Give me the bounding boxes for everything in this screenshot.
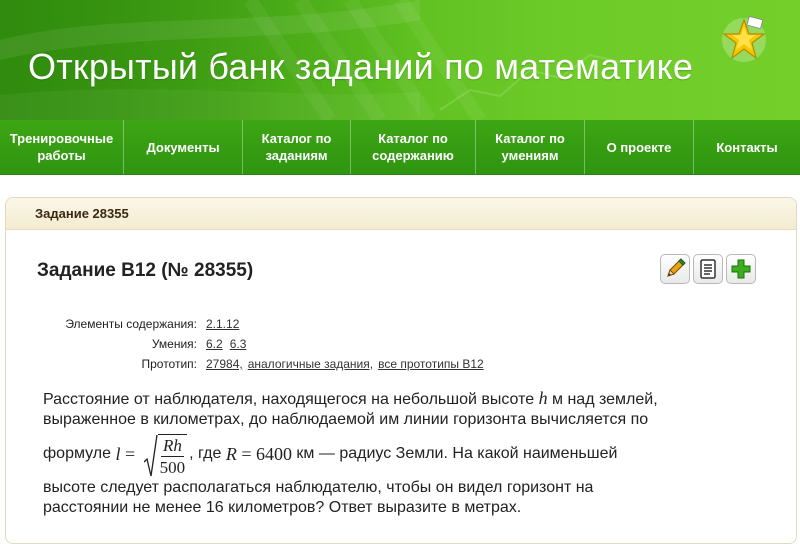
problem-line: выраженное в километрах, до наблюдаемой … [43,411,649,428]
sqrt-expression: Rh 500 [143,434,188,478]
problem-text-part: формуле [43,445,116,462]
breadcrumb-label: Задание 28355 [35,206,129,221]
nav-contacts[interactable]: Контакты [694,120,800,174]
site-title: Открытый банк заданий по математике [28,46,694,87]
problem-text: Расстояние от наблюдателя, находящегося … [43,388,773,518]
nav-catalog-content[interactable]: Каталог по содержанию [351,120,476,174]
star-logo-icon[interactable] [718,14,770,66]
problem-line: расстоянии не менее 16 километров? Ответ… [43,499,522,516]
problem-line: Расстояние от наблюдателя, находящегося … [43,388,773,410]
problem-line: высоте следует располагаться наблюдателю… [43,479,594,496]
problem-text-part: Расстояние от наблюдателя, находящегося … [43,391,539,408]
meta-content-row: Элементы содержания: 2.1.12 [46,314,491,334]
nav-training-works[interactable]: Тренировочные работы [0,120,124,174]
meta-skills-label: Умения: [151,337,197,351]
problem-text-part: км — радиус Земли. На какой наименьшей [291,445,618,462]
page-title: Задание B12 (№ 28355) [37,260,254,281]
problem-text-part: м над землей, [547,391,658,408]
skill-link[interactable]: 6.3 [230,337,247,351]
problem-text-part: , где [189,445,226,462]
task-panel: Задание 28355 Задание B12 (№ 28355) Элем… [5,197,797,544]
similar-tasks-link[interactable]: аналогичные задания, [248,357,373,371]
edit-button[interactable] [660,254,690,284]
math-variable: h [538,388,548,408]
plus-icon [731,259,751,279]
all-prototypes-link[interactable]: все прототипы B12 [378,357,484,371]
task-meta: Элементы содержания: 2.1.12 Умения: 6.2 … [46,314,491,374]
meta-content-label: Элементы содержания: [65,317,197,331]
breadcrumb: Задание 28355 [6,198,796,230]
formula-line: формуле l = Rh 500 , где R = 6400 км — р… [43,430,773,478]
content-link[interactable]: 2.1.12 [206,317,239,331]
math-variable: R [225,444,237,464]
add-button[interactable] [726,254,756,284]
prototype-link[interactable]: 27984, [206,357,243,371]
fraction-denominator: 500 [159,458,186,477]
meta-prototype-label: Прототип: [141,357,197,371]
sqrt-sign-icon [143,434,158,477]
nav-documents[interactable]: Документы [124,120,243,174]
pencil-icon [667,258,686,277]
nav-about[interactable]: О проекте [585,120,694,174]
nav-catalog-skills[interactable]: Каталог по умениям [476,120,585,174]
skill-link[interactable]: 6.2 [206,337,223,351]
nav-catalog-tasks[interactable]: Каталог по заданиям [243,120,351,174]
meta-prototype-row: Прототип: 27984, аналогичные задания, вс… [46,354,491,374]
task-toolbar [660,254,756,284]
document-icon [700,259,716,279]
math-equals: = [120,444,140,464]
meta-skills-row: Умения: 6.2 6.3 [46,334,491,354]
site-header: Открытый банк заданий по математике [0,0,800,120]
document-button[interactable] [693,254,723,284]
main-nav: Тренировочные работы Документы Каталог п… [0,120,800,175]
math-value: = 6400 [236,444,292,464]
fraction-numerator: Rh [160,436,184,457]
fraction: Rh 500 [157,434,188,478]
